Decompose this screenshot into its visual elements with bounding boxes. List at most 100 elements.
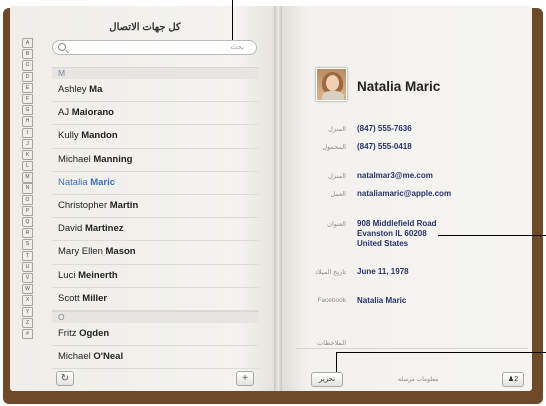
alphabet-tab[interactable]: I: [22, 127, 33, 138]
contact-first-name: Christopher: [58, 199, 108, 211]
mobile-phone-label: المحمول: [322, 144, 346, 151]
search-placeholder: بحث: [230, 44, 244, 51]
alphabet-tab[interactable]: E: [22, 82, 33, 94]
alphabet-tab[interactable]: F: [22, 93, 33, 105]
work-email-value[interactable]: nataliamaric@apple.com: [357, 189, 451, 199]
contact-name: Natalia Maric: [357, 79, 441, 94]
contact-row[interactable]: Kully Mandon: [52, 125, 259, 149]
alphabet-tab[interactable]: P: [22, 205, 33, 217]
alphabet-tab[interactable]: S: [22, 239, 33, 250]
share-contact-button[interactable]: ♟2: [502, 372, 524, 387]
alphabet-tab[interactable]: V: [22, 272, 33, 284]
alphabet-tab[interactable]: N: [22, 183, 33, 194]
refresh-icon: ↻: [60, 373, 70, 384]
alphabet-tab[interactable]: W: [22, 284, 33, 295]
home-email-value[interactable]: natalmar3@me.com: [357, 171, 433, 181]
facebook-value[interactable]: Natalia Maric: [357, 296, 406, 306]
section-header: O: [52, 310, 259, 323]
add-contact-button[interactable]: +: [236, 371, 254, 386]
callout-line-edit-h: [336, 352, 546, 353]
alphabet-tab[interactable]: H: [22, 116, 33, 127]
address-line-3: United States: [357, 239, 409, 248]
alphabet-tab[interactable]: T: [22, 250, 33, 261]
callout-line-edit-v: [336, 352, 337, 372]
alphabet-tab[interactable]: #: [22, 328, 33, 340]
alphabet-tab[interactable]: D: [22, 71, 33, 82]
contact-first-name: Kully: [58, 130, 79, 142]
alphabet-tab[interactable]: U: [22, 261, 33, 273]
contact-first-name: Scott: [58, 292, 80, 304]
contact-row[interactable]: Natalia Maric: [52, 172, 259, 195]
list-toolbar: ↻ +: [52, 368, 259, 390]
contact-first-name: Fritz: [58, 327, 77, 339]
contact-last-name: Ma: [89, 84, 103, 95]
contact-first-name: Mary Ellen: [58, 246, 103, 258]
search-icon: [58, 43, 66, 51]
contact-row[interactable]: Christopher Martin: [52, 195, 259, 219]
alphabet-tab[interactable]: C: [22, 60, 33, 71]
notes-divider: [296, 348, 528, 349]
contact-first-name: AJ: [58, 107, 70, 119]
mobile-phone-value[interactable]: (847) 555-0418: [357, 142, 412, 152]
contact-last-name: Miller: [82, 292, 108, 304]
share-count: 2: [514, 376, 519, 383]
alphabet-tab[interactable]: Z: [22, 317, 33, 328]
alphabet-tab[interactable]: X: [22, 295, 33, 306]
contact-last-name: Meinerth: [78, 269, 118, 281]
contact-row[interactable]: Fritz Ogden: [52, 323, 259, 347]
contact-last-name: Ogden: [79, 327, 110, 339]
section-header: M: [52, 67, 259, 79]
contact-last-name: Mason: [105, 246, 136, 258]
contact-first-name: Luci: [58, 269, 76, 281]
birthday-value: June 11, 1978: [357, 267, 409, 276]
contact-first-name: Michael: [58, 351, 91, 363]
work-email-label: العمل: [330, 191, 346, 198]
contact-last-name: Mandon: [81, 130, 118, 142]
contact-row[interactable]: AJ Maiorano: [52, 102, 259, 126]
add-icon: +: [242, 373, 248, 384]
contact-row[interactable]: Michael O'Neal: [52, 346, 259, 370]
alphabet-tab[interactable]: R: [22, 228, 33, 239]
edit-button[interactable]: تحرير: [311, 372, 343, 387]
alphabet-tab[interactable]: K: [22, 149, 33, 161]
contact-first-name: Ashley: [58, 84, 87, 95]
contact-last-name: Maric: [90, 176, 116, 188]
contact-row[interactable]: Michael Manning: [52, 149, 259, 172]
contact-last-name: Maiorano: [71, 107, 114, 119]
contact-list[interactable]: M Ashley Ma AJ Maiorano Kully Mandon Michael…: [52, 67, 259, 374]
alphabet-tab[interactable]: L: [22, 161, 33, 172]
refresh-button[interactable]: ↻: [56, 371, 74, 386]
contact-row[interactable]: Mary Ellen Mason: [52, 241, 259, 265]
contact-first-name: Natalia: [58, 176, 88, 188]
callout-line-address: [438, 235, 546, 236]
alphabet-index[interactable]: A B C D E F G H I J K L M N O P Q R S T U V W X Y Z #: [22, 38, 33, 340]
alphabet-tab[interactable]: O: [22, 194, 33, 205]
contact-last-name: O'Neal: [93, 351, 124, 363]
address-label: العنوان: [327, 221, 346, 228]
address-value[interactable]: 908 Middlefield Road Evanston IL 60208 U…: [357, 219, 437, 249]
search-input[interactable]: بحث: [52, 40, 257, 55]
address-line-1: 908 Middlefield Road: [357, 219, 437, 228]
birthday-label: تاريخ الميلاد: [314, 269, 346, 276]
alphabet-tab[interactable]: A: [22, 38, 33, 49]
book-spine: [274, 6, 282, 391]
alphabet-tab[interactable]: J: [22, 138, 33, 149]
contact-last-name: Martinez: [84, 223, 124, 235]
contact-row[interactable]: David Martinez: [52, 218, 259, 242]
alphabet-tab[interactable]: Y: [22, 306, 33, 317]
alphabet-tab[interactable]: M: [22, 172, 33, 183]
facebook-label: Facebook: [317, 297, 346, 304]
list-title: كل جهات الاتصال: [109, 22, 181, 33]
alphabet-tab[interactable]: G: [22, 105, 33, 116]
alphabet-tab[interactable]: B: [22, 49, 33, 60]
alphabet-tab[interactable]: Q: [22, 217, 33, 228]
contact-first-name: Michael: [58, 153, 91, 165]
share-label[interactable]: معلومات مرسلة: [398, 376, 438, 383]
contact-row[interactable]: Ashley Ma: [52, 79, 259, 103]
home-phone-value[interactable]: (847) 555-7636: [357, 124, 412, 134]
callout-line-search: [232, 0, 233, 40]
address-line-2: Evanston IL 60208: [357, 229, 427, 238]
home-email-label: المنزل: [328, 173, 346, 180]
contact-row[interactable]: Luci Meinerth: [52, 265, 259, 288]
contact-row[interactable]: Scott Miller: [52, 288, 259, 311]
